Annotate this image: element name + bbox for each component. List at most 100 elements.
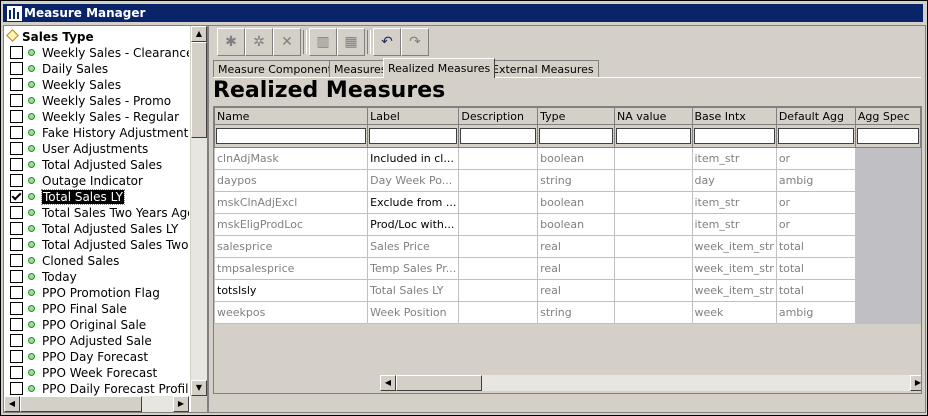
- cell-name[interactable]: totslsly: [214, 279, 369, 302]
- cell-name[interactable]: tmpsalesprice: [214, 257, 369, 280]
- measure-checkbox[interactable]: [10, 158, 23, 171]
- cell-base[interactable]: item_str: [691, 147, 777, 170]
- cell-label[interactable]: Exclude from ...: [367, 191, 460, 214]
- cell-label[interactable]: Included in cl...: [367, 147, 460, 170]
- column-filter-input[interactable]: [777, 128, 854, 144]
- cell-agg[interactable]: ambig: [775, 169, 856, 192]
- cell-spec[interactable]: [854, 191, 921, 214]
- column-filter-input[interactable]: [616, 128, 691, 144]
- table-row[interactable]: tmpsalesprice Temp Sales Pr... real week_it…: [214, 257, 921, 280]
- tree-item[interactable]: Total Adjusted Sales Two: [10, 237, 188, 253]
- cell-agg[interactable]: ambig: [775, 301, 856, 324]
- cell-name[interactable]: weekpos: [214, 301, 369, 324]
- cell-name[interactable]: clnAdjMask: [214, 147, 369, 170]
- undo-icon[interactable]: ↶: [373, 28, 401, 56]
- tree-item[interactable]: PPO Daily Forecast Profile: [10, 381, 189, 396]
- measure-checkbox[interactable]: [10, 254, 23, 267]
- tree-horizontal-scrollbar[interactable]: ◀ ▶: [4, 396, 189, 412]
- grid-horizontal-scrollbar[interactable]: ◀ ▶: [380, 375, 921, 391]
- column-header[interactable]: Type: [537, 107, 616, 125]
- title-bar[interactable]: Measure Manager: [3, 4, 923, 22]
- cell-label[interactable]: Prod/Loc with...: [367, 213, 460, 236]
- tree-item[interactable]: Weekly Sales: [10, 77, 121, 93]
- chart-edit-icon[interactable]: ▦: [337, 28, 365, 56]
- tree-item[interactable]: Total Sales LY: [10, 189, 126, 205]
- table-row[interactable]: clnAdjMask Included in cl... boolean item_s…: [214, 147, 921, 170]
- tree-item[interactable]: PPO Adjusted Sale: [10, 333, 152, 349]
- measure-checkbox[interactable]: [10, 174, 23, 187]
- measure-checkbox[interactable]: [10, 366, 23, 379]
- tree-item[interactable]: Total Sales Two Years Ago: [10, 205, 189, 221]
- tree-item[interactable]: Weekly Sales - Clearance: [10, 45, 189, 61]
- tree-item[interactable]: Fake History Adjustments: [10, 125, 189, 141]
- scroll-right-icon[interactable]: ▶: [910, 375, 921, 391]
- cell-type[interactable]: string: [537, 169, 616, 192]
- tree-item[interactable]: Outage Indicator: [10, 173, 143, 189]
- tree-item[interactable]: PPO Promotion Flag: [10, 285, 160, 301]
- tab-realized-measures[interactable]: Realized Measures: [383, 58, 496, 78]
- cell-type[interactable]: boolean: [537, 191, 616, 214]
- tree-item[interactable]: Total Adjusted Sales LY: [10, 221, 178, 237]
- tree-item[interactable]: Daily Sales: [10, 61, 108, 77]
- column-filter-input[interactable]: [369, 128, 458, 144]
- cell-na[interactable]: [614, 213, 693, 236]
- cell-agg[interactable]: or: [775, 147, 856, 170]
- measure-checkbox[interactable]: [10, 46, 23, 59]
- cell-base[interactable]: week_item_str: [691, 257, 777, 280]
- cell-name[interactable]: mskClnAdjExcl: [214, 191, 369, 214]
- cell-description[interactable]: [458, 147, 539, 170]
- column-header[interactable]: Default Agg: [775, 107, 856, 125]
- column-filter-input[interactable]: [216, 128, 367, 144]
- tree-item[interactable]: PPO Original Sale: [10, 317, 146, 333]
- table-row[interactable]: weekpos Week Position string week ambig: [214, 301, 921, 324]
- cell-base[interactable]: week_item_str: [691, 235, 777, 258]
- scroll-right-icon[interactable]: ▶: [173, 396, 189, 412]
- column-header[interactable]: NA value: [614, 107, 693, 125]
- cell-base[interactable]: day: [691, 169, 777, 192]
- tree-item[interactable]: Total Adjusted Sales: [10, 157, 162, 173]
- column-filter-input[interactable]: [460, 128, 537, 144]
- cell-agg[interactable]: total: [775, 235, 856, 258]
- cell-spec[interactable]: [854, 235, 921, 258]
- cell-type[interactable]: boolean: [537, 213, 616, 236]
- cell-agg[interactable]: or: [775, 191, 856, 214]
- tree-item[interactable]: Weekly Sales - Regular: [10, 109, 179, 125]
- cell-base[interactable]: item_str: [691, 213, 777, 236]
- measure-checkbox[interactable]: [10, 286, 23, 299]
- cell-type[interactable]: real: [537, 257, 616, 280]
- cell-name[interactable]: salesprice: [214, 235, 369, 258]
- cell-base[interactable]: week: [691, 301, 777, 324]
- column-filter-input[interactable]: [539, 128, 614, 144]
- cell-spec[interactable]: [854, 301, 921, 324]
- measure-checkbox[interactable]: [10, 318, 23, 331]
- cell-spec[interactable]: [854, 257, 921, 280]
- cell-na[interactable]: [614, 147, 693, 170]
- cell-label[interactable]: Sales Price: [367, 235, 460, 258]
- cell-name[interactable]: mskEligProdLoc: [214, 213, 369, 236]
- measure-checkbox[interactable]: [10, 190, 23, 203]
- tab-external-measures[interactable]: External Measures: [487, 60, 599, 78]
- measure-checkbox[interactable]: [10, 270, 23, 283]
- cell-agg[interactable]: total: [775, 279, 856, 302]
- tab-measure-components[interactable]: Measure Components: [213, 60, 343, 78]
- column-header[interactable]: Base Intx: [691, 107, 777, 125]
- column-filter-input[interactable]: [856, 128, 919, 144]
- cell-name[interactable]: daypos: [214, 169, 369, 192]
- cell-type[interactable]: boolean: [537, 147, 616, 170]
- cell-base[interactable]: week_item_str: [691, 279, 777, 302]
- measure-checkbox[interactable]: [10, 382, 23, 395]
- cell-na[interactable]: [614, 279, 693, 302]
- scroll-thumb[interactable]: [191, 42, 207, 138]
- cell-label[interactable]: Temp Sales Pr...: [367, 257, 460, 280]
- cell-type[interactable]: real: [537, 235, 616, 258]
- cell-type[interactable]: real: [537, 279, 616, 302]
- column-header[interactable]: Description: [458, 107, 539, 125]
- cell-base[interactable]: item_str: [691, 191, 777, 214]
- cell-label[interactable]: Total Sales LY: [367, 279, 460, 302]
- cell-spec[interactable]: [854, 279, 921, 302]
- table-row[interactable]: mskClnAdjExcl Exclude from ... boolean item…: [214, 191, 921, 214]
- cell-description[interactable]: [458, 301, 539, 324]
- cell-na[interactable]: [614, 301, 693, 324]
- grid-hscroll-thumb[interactable]: [396, 375, 482, 391]
- tree-root-sales-type[interactable]: Sales Type: [6, 29, 94, 45]
